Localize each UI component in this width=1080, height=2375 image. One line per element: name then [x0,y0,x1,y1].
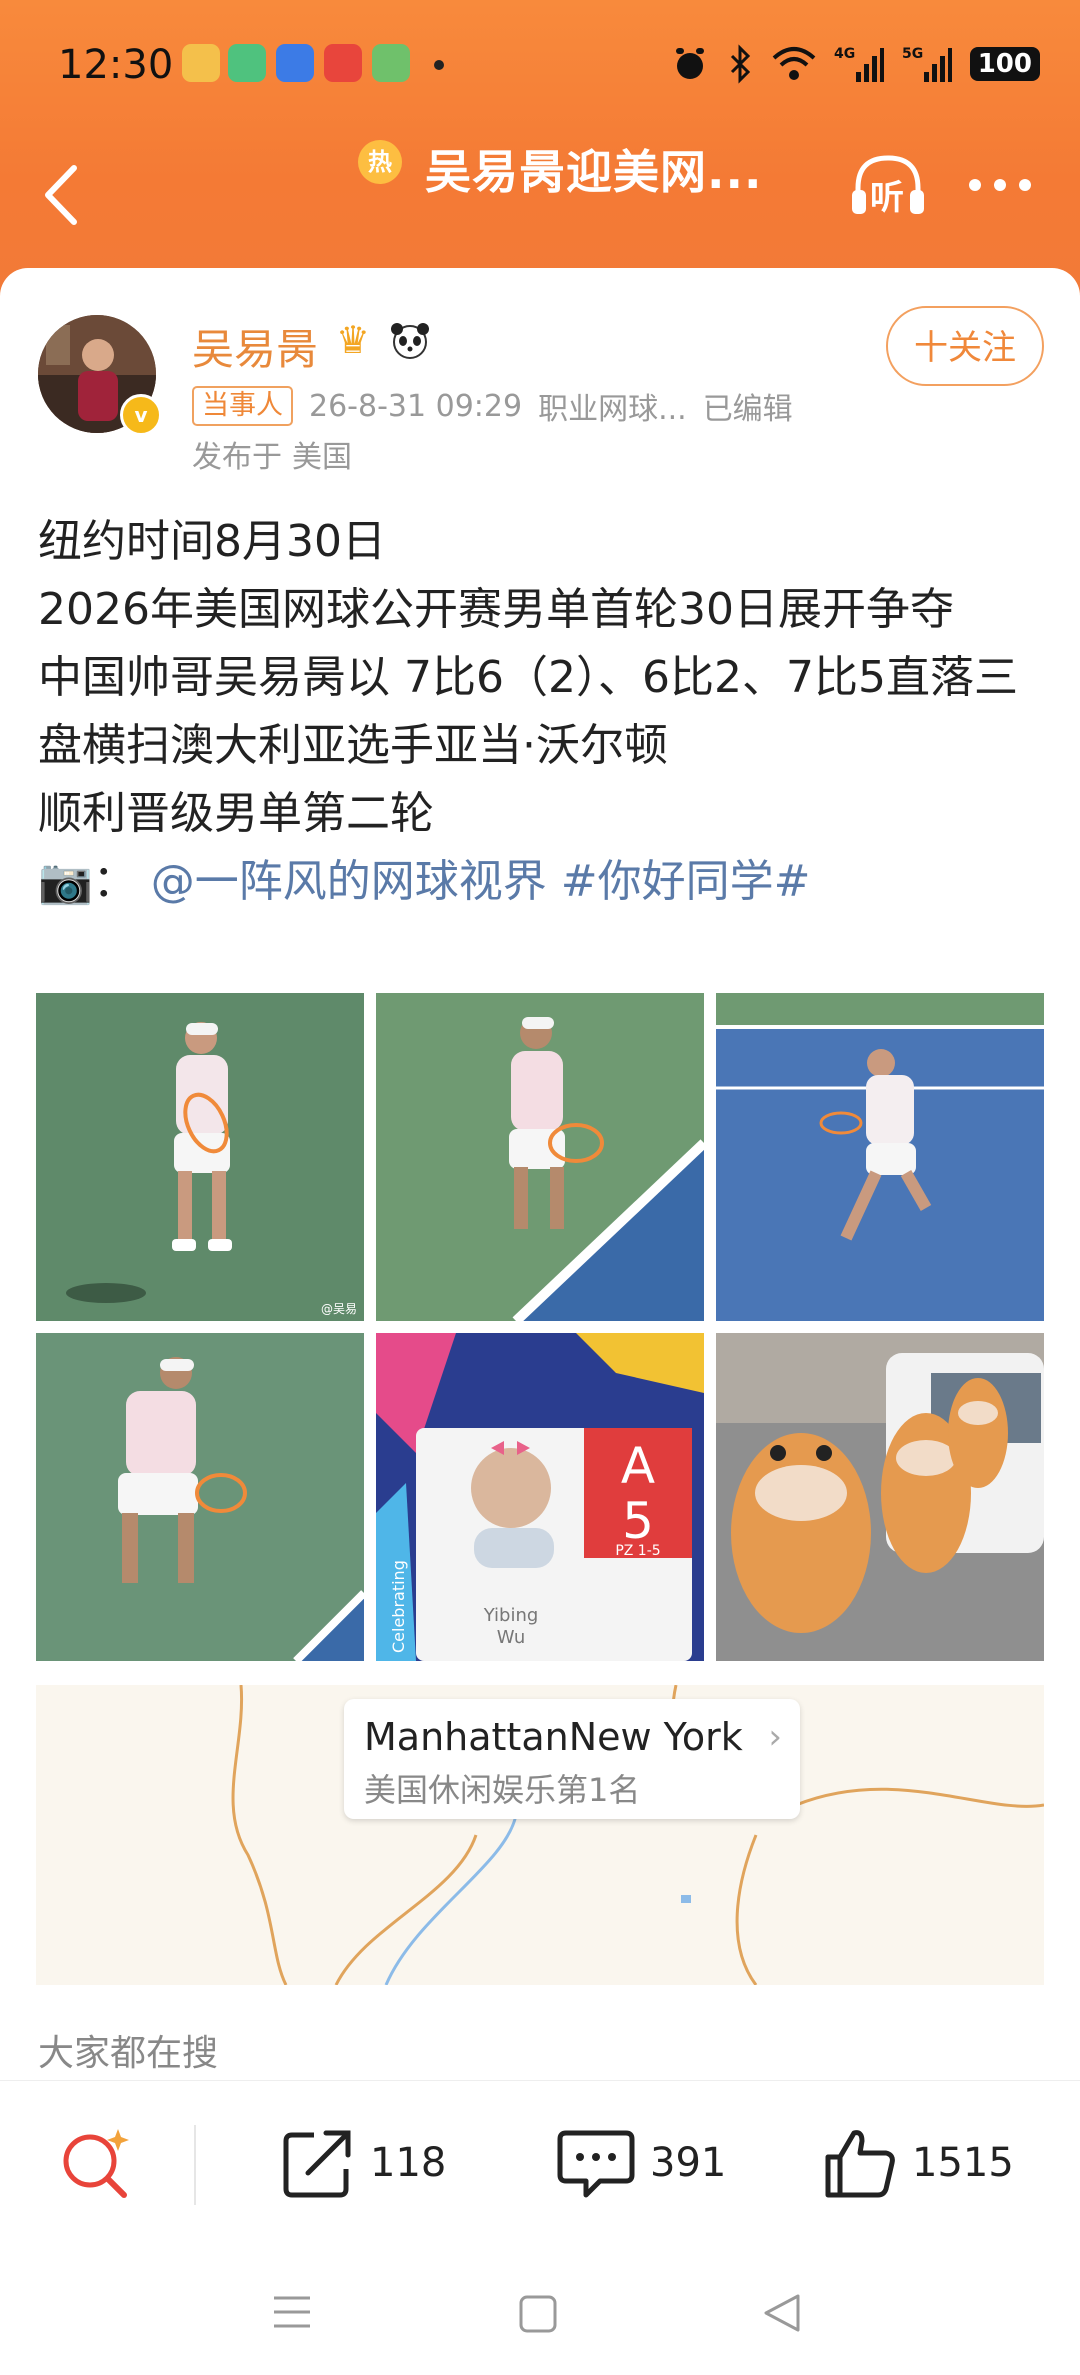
badge-name-first: Yibing [483,1605,539,1626]
thumbs-up-icon [825,2130,895,2198]
back-nav-icon[interactable] [762,2292,802,2334]
home-icon[interactable] [518,2294,558,2334]
hashtag-link[interactable]: #你好同学# [561,856,811,907]
chevron-right-icon: › [768,1717,782,1757]
map-place-name: ManhattanNew York [364,1715,743,1759]
back-arrow-icon[interactable] [38,160,88,230]
wifi-icon [772,47,816,80]
mention-link[interactable]: @一阵风的网球视界 [151,856,547,907]
battery-indicator: 100 [969,47,1040,81]
share-icon [283,2130,351,2198]
author-name[interactable]: 吴易昺 [192,316,318,377]
badge-letter: A [621,1437,655,1495]
status-time: 12:30 [58,42,174,88]
photo-6-cartoon[interactable] [716,1333,1044,1661]
photo-2[interactable] [376,993,704,1321]
svg-text:4G: 4G [834,46,855,62]
content-line: 顺利晋级男单第二轮 [38,788,434,839]
search-button[interactable] [56,2123,136,2203]
comment-count: 391 [650,2140,727,2186]
photo-watermark: @吴易 [321,1302,357,1316]
system-icons: 4G 5G 100 [670,42,1040,86]
content-line: 中国帅哥吴易昺以 7比6（2）、6比2、7比5直落三盘横扫澳大利亚选手亚当·沃尔… [38,652,1018,771]
badge-name-last: Wu [497,1627,526,1648]
content-line: 纽约时间8月30日 [38,516,386,567]
post-source[interactable]: 职业网球... [538,384,687,428]
signal-5g-icon: 5G [902,46,952,82]
shopping-app-icon [324,44,362,82]
post-meta: 当事人 26-8-31 09:29 职业网球... 已编辑 [192,384,793,428]
role-tag: 当事人 [192,386,293,426]
battery-app-icon [228,44,266,82]
car-app-icon [276,44,314,82]
post-location: 发布于 美国 [192,432,352,476]
system-navigation-bar [0,2250,1080,2375]
listen-button[interactable]: 听 [848,150,928,220]
more-notifications-dot [434,60,444,70]
hot-badge-icon: 热 [358,140,402,184]
bluetooth-icon [730,44,750,84]
listen-label: 听 [870,178,904,218]
page-title[interactable]: 吴易昺迎美网... [425,136,762,202]
map-place-rank: 美国休闲娱乐第1名 [364,1771,641,1809]
photo-3[interactable] [716,993,1044,1321]
photo-5-badge[interactable]: A 5 PZ 1-5 Yibing Wu Celebrating [376,1333,704,1661]
alarm-icon [675,48,704,79]
photo-1[interactable]: @吴易 [36,993,364,1321]
photo-4[interactable] [36,1333,364,1661]
location-value: 美国 [292,440,352,475]
signal-4g-icon: 4G [834,46,884,82]
status-bar: 12:30 4G 5G 100 [0,30,1080,100]
edited-label[interactable]: 已编辑 [703,384,793,428]
action-toolbar: 118 391 1515 [0,2080,1080,2251]
play-app-icon [372,44,410,82]
toolbar-divider [194,2125,196,2205]
photo-grid: @吴易 A 5 PZ 1-5 Yibing Wu Celebrating [36,993,1044,1661]
post-datetime: 26-8-31 09:29 [309,388,523,424]
badge-side-text: Celebrating [389,1560,408,1653]
share-count: 118 [370,2140,447,2186]
share-button[interactable]: 118 [280,2123,446,2203]
panda-icon [391,323,429,359]
like-button[interactable]: 1515 [822,2123,1014,2203]
svg-text:5G: 5G [902,46,923,62]
crown-icon: ♛ [336,318,371,362]
content-line: 2026年美国网球公开赛男单首轮30日展开争夺 [38,584,954,635]
comment-icon [557,2130,635,2198]
follow-button[interactable]: 十关注 [886,306,1044,386]
posted-from-label: 发布于 [192,440,282,475]
camera-icon: 📷： [38,856,137,907]
location-map[interactable]: ManhattanNew York 美国休闲娱乐第1名 › [36,1685,1044,1985]
badge-number: 5 [622,1492,654,1550]
comment-button[interactable]: 391 [556,2123,726,2203]
menu-icon[interactable] [272,2294,312,2330]
like-count: 1515 [912,2140,1014,2186]
badge-zone: PZ 1-5 [615,1543,660,1559]
map-place-card[interactable]: ManhattanNew York 美国休闲娱乐第1名 › [344,1699,800,1819]
search-icon [63,2129,129,2198]
post-content: 纽约时间8月30日 2026年美国网球公开赛男单首轮30日展开争夺 中国帅哥吴易… [38,508,1048,916]
trending-search-label: 大家都在搜 [38,2033,219,2074]
video-app-icon [182,44,220,82]
more-options-icon[interactable] [965,165,1035,205]
verified-badge-icon: v [120,394,162,436]
